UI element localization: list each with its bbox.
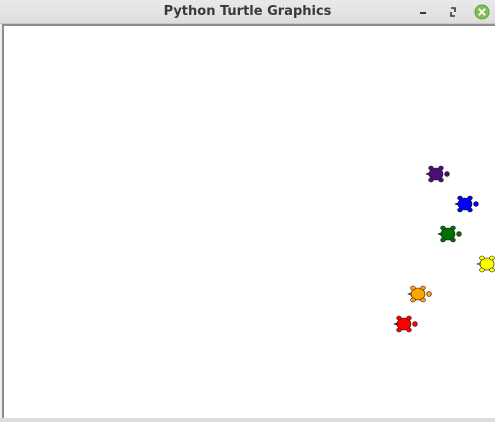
minimize-icon <box>420 12 426 14</box>
turtle-canvas[interactable] <box>4 26 495 418</box>
maximize-button[interactable] <box>444 3 462 21</box>
turtle-red <box>393 315 418 333</box>
title-bar[interactable]: Python Turtle Graphics <box>0 0 495 24</box>
turtle-yellow <box>476 255 495 273</box>
close-icon <box>474 4 490 20</box>
turtle-orange <box>407 285 432 303</box>
turtle-graphics-window: Python Turtle Graphics <box>0 0 495 422</box>
turtle-purple <box>425 165 450 183</box>
turtle-blue <box>454 195 479 213</box>
minimize-button[interactable] <box>414 3 432 21</box>
close-button[interactable] <box>473 3 491 21</box>
window-bottom-edge <box>0 418 495 422</box>
turtle-canvas-frame <box>2 24 495 418</box>
turtle-green <box>437 225 462 243</box>
turtle-layer <box>393 165 495 333</box>
restore-icon <box>450 7 456 17</box>
